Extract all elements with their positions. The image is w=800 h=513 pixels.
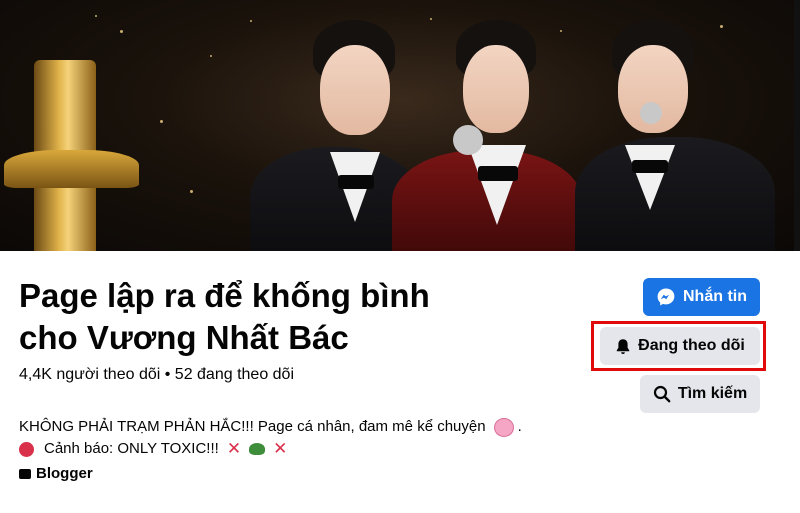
- message-button[interactable]: Nhắn tin: [643, 278, 760, 316]
- stop-sign-emoji-icon: [19, 441, 34, 457]
- messenger-icon: [656, 287, 676, 307]
- bio-line-2: Cảnh báo: ONLY TOXIC!!!: [44, 440, 219, 457]
- bio-period: .: [517, 418, 522, 435]
- bell-icon: [615, 338, 631, 355]
- page-title-line-1: Page lập ra để khống bình: [19, 277, 430, 314]
- cross-mark-emoji-icon: ✕: [226, 439, 242, 458]
- search-icon: [653, 385, 671, 403]
- page-bio: KHÔNG PHẢI TRẠM PHẢN HẮC!!! Page cá nhân…: [19, 416, 522, 460]
- message-button-label: Nhắn tin: [683, 288, 747, 305]
- bio-line-1: KHÔNG PHẢI TRẠM PHẢN HẮC!!! Page cá nhân…: [19, 418, 486, 435]
- follower-stats[interactable]: 4,4K người theo dõi • 52 đang theo dõi: [19, 366, 294, 384]
- category-label: Blogger: [36, 465, 93, 482]
- category-icon: [19, 468, 31, 479]
- pig-emoji-icon: [493, 417, 514, 437]
- turtle-emoji-icon: [249, 443, 266, 455]
- following-button-label: Đang theo dõi: [638, 337, 745, 354]
- following-button[interactable]: Đang theo dõi: [600, 327, 760, 365]
- page-title-line-2: cho Vương Nhất Bác: [19, 319, 349, 356]
- page-category: Blogger: [19, 465, 93, 482]
- search-button-label: Tìm kiếm: [677, 385, 748, 402]
- cross-mark-emoji-icon: ✕: [273, 439, 288, 458]
- cover-photo[interactable]: [0, 0, 800, 251]
- search-button[interactable]: Tìm kiếm: [640, 375, 760, 413]
- page-title: Page lập ra để khống bình cho Vương Nhất…: [19, 275, 489, 359]
